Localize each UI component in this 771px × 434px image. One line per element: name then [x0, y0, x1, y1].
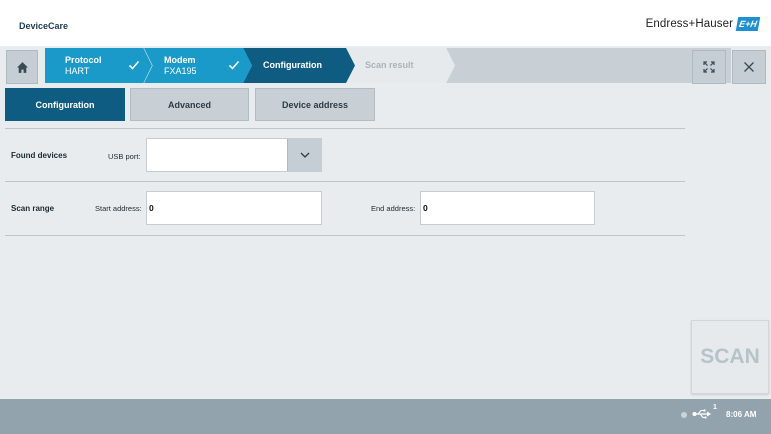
app-title: DeviceCare: [19, 21, 69, 31]
checkmark-icon: [228, 60, 240, 70]
divider: [5, 235, 685, 236]
usb-port-label: USB port:: [108, 152, 141, 161]
start-address-input[interactable]: [146, 191, 322, 225]
fullscreen-icon: [703, 61, 715, 73]
wizard-step-title: Scan result: [365, 60, 414, 70]
usb-port-dropdown-button[interactable]: [287, 139, 321, 171]
home-icon: [16, 61, 28, 73]
wizard-step-protocol[interactable]: Protocol HART: [45, 48, 152, 83]
status-bar: [0, 399, 771, 434]
end-address-label: End address:: [371, 204, 416, 213]
clock: 8:06 AM: [726, 410, 757, 419]
brand-logo: E+H: [735, 17, 761, 31]
start-address-label: Start address:: [95, 204, 142, 213]
tab-device-address[interactable]: Device address: [255, 88, 375, 121]
usb-port-select[interactable]: [146, 138, 322, 172]
close-icon: [744, 62, 754, 72]
end-address-input[interactable]: [420, 191, 595, 225]
divider: [5, 181, 685, 182]
tab-configuration[interactable]: Configuration: [5, 88, 125, 121]
home-button[interactable]: [6, 50, 38, 84]
tab-advanced[interactable]: Advanced: [130, 88, 249, 121]
scan-range-label: Scan range: [11, 204, 55, 213]
wizard-step-configuration[interactable]: Configuration: [243, 48, 355, 83]
wizard-step-scan-result: Scan result: [345, 48, 455, 83]
wizard-step-modem[interactable]: Modem FXA195: [144, 48, 252, 83]
wizard-navbar: Scan result Configuration Modem FXA195 P…: [0, 46, 771, 88]
brand: Endress+Hauser E+H: [645, 17, 761, 31]
scan-button[interactable]: SCAN: [691, 320, 769, 394]
found-devices-label: Found devices: [11, 151, 68, 160]
checkmark-icon: [128, 60, 140, 70]
fullscreen-button[interactable]: [692, 50, 726, 84]
wizard-step-filler: [440, 48, 731, 83]
usb-device-count: 1: [713, 404, 717, 411]
app-header: DeviceCare Endress+Hauser E+H: [0, 0, 771, 46]
brand-name: Endress+Hauser: [645, 18, 733, 30]
close-button[interactable]: [732, 50, 766, 84]
chevron-down-icon: [300, 152, 309, 158]
divider: [5, 128, 685, 129]
status-indicator-dot: [681, 412, 687, 418]
usb-icon: [692, 409, 711, 419]
wizard-step-title: Configuration: [263, 60, 322, 70]
